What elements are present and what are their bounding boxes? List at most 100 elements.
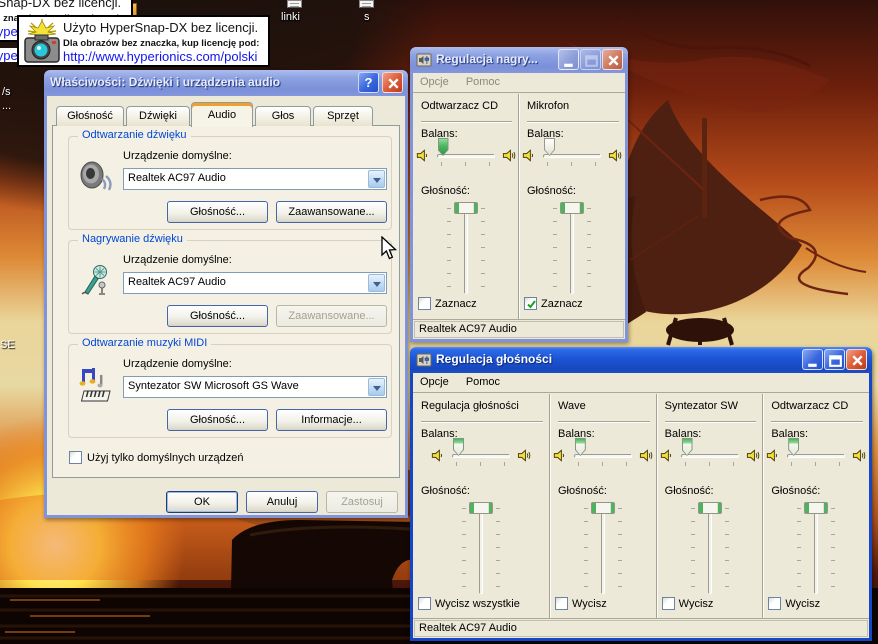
slider-track[interactable]: [464, 203, 468, 294]
checkbox-box[interactable]: [555, 597, 568, 610]
slider-track[interactable]: [570, 203, 574, 294]
chevron-down-icon[interactable]: [368, 170, 385, 188]
desktop: { "desktop": { "icons": [ { "label": "li…: [0, 0, 878, 644]
ok-button[interactable]: OK: [166, 491, 238, 513]
dialog-body: Głośność Dźwięki Audio Głos Sprzęt Odtwa…: [47, 96, 405, 515]
window-titlebar[interactable]: Regulacja nagry...: [410, 47, 628, 73]
tab-dzwieki[interactable]: Dźwięki: [126, 106, 190, 126]
balance-control: [765, 445, 867, 473]
volume-slider[interactable]: [797, 502, 835, 595]
camera-icon: [23, 19, 61, 65]
volume-slider-thumb[interactable]: [560, 202, 584, 214]
watermark-link[interactable]: http://www.hyperionics.com/polski: [63, 49, 257, 64]
balance-control: [659, 445, 761, 473]
balance-slider[interactable]: [437, 154, 495, 158]
checkbox-box[interactable]: [662, 597, 675, 610]
menu-opcje[interactable]: Opcje: [413, 73, 456, 88]
checkbox-box[interactable]: [418, 297, 431, 310]
mouse-cursor: [381, 236, 399, 263]
desktop-text-fragment: /s: [2, 86, 11, 98]
volume-slider-thumb[interactable]: [698, 502, 722, 514]
close-button[interactable]: [382, 72, 403, 93]
volume-slider-thumb[interactable]: [469, 502, 493, 514]
volume-slider[interactable]: [462, 502, 500, 595]
balance-slider[interactable]: [452, 454, 510, 458]
recording-volume-button[interactable]: Głośność...: [167, 305, 268, 327]
playback-advanced-button[interactable]: Zaawansowane...: [276, 201, 387, 223]
menu-pomoc[interactable]: Pomoc: [459, 73, 507, 88]
balance-control: [552, 445, 654, 473]
select-checkbox[interactable]: Zaznacz: [418, 297, 477, 310]
volume-slider-thumb[interactable]: [591, 502, 615, 514]
hypersnap-watermark-fragment: http://www.hyperionics.com/polski: [0, 48, 17, 62]
speaker-quiet-icon: [552, 448, 567, 463]
balance-slider[interactable]: [681, 454, 739, 458]
balance-slider[interactable]: [574, 454, 632, 458]
minimize-button[interactable]: [802, 349, 823, 370]
balance-slider[interactable]: [787, 454, 845, 458]
slider-track[interactable]: [708, 503, 712, 594]
dialog-titlebar[interactable]: Właściwości: Dźwięki i urządzenia audio …: [44, 70, 408, 96]
volume-slider[interactable]: [447, 202, 485, 295]
divider: [421, 121, 512, 122]
close-button[interactable]: [602, 49, 623, 70]
volume-slider[interactable]: [691, 502, 729, 595]
desktop-icon-s[interactable]: [359, 0, 374, 8]
slider-track[interactable]: [479, 503, 483, 594]
chevron-down-icon[interactable]: [368, 274, 385, 292]
recording-device-select[interactable]: Realtek AC97 Audio: [123, 272, 387, 294]
slider-ticks: [543, 162, 601, 166]
microphone-icon: [78, 263, 114, 299]
mute-checkbox[interactable]: Wycisz: [555, 597, 607, 610]
midi-device-select[interactable]: Syntezator SW Microsoft GS Wave: [123, 376, 387, 398]
mute-checkbox[interactable]: Wycisz: [662, 597, 714, 610]
balance-slider[interactable]: [543, 154, 601, 158]
tab-glos[interactable]: Głos: [255, 106, 311, 126]
speaker-loud-icon: [517, 448, 532, 463]
cancel-button[interactable]: Anuluj: [246, 491, 318, 513]
midi-volume-button[interactable]: Głośność...: [167, 409, 268, 431]
mute-all-checkbox[interactable]: Wycisz wszystkie: [418, 597, 520, 610]
volume-slider-thumb[interactable]: [804, 502, 828, 514]
checkbox-box[interactable]: [768, 597, 781, 610]
maximize-button[interactable]: [824, 349, 845, 370]
help-button[interactable]: ?: [358, 72, 379, 93]
slider-track[interactable]: [601, 503, 605, 594]
menu-opcje[interactable]: Opcje: [413, 373, 456, 388]
desktop-icon-s-label[interactable]: s: [364, 11, 370, 23]
midi-about-button[interactable]: Informacje...: [276, 409, 387, 431]
group-sound-playback: Odtwarzanie dźwięku Urządzenie domyślne:…: [68, 136, 392, 230]
tab-audio[interactable]: Audio: [191, 102, 253, 127]
hypersnap-watermark: Użyto HyperSnap-DX bez licencji. Dla obr…: [17, 15, 270, 67]
volume-slider[interactable]: [584, 502, 622, 595]
tab-glosnosc[interactable]: Głośność: [56, 106, 124, 126]
chevron-down-icon[interactable]: [368, 378, 385, 396]
window-title: Regulacja głośności: [436, 347, 552, 372]
checkbox-box[interactable]: [69, 451, 82, 464]
recording-control-window: Regulacja nagry... Opcje Pomoc Odtwarzac…: [410, 47, 628, 342]
minimize-button[interactable]: [558, 49, 579, 70]
playback-device-select[interactable]: Realtek AC97 Audio: [123, 168, 387, 190]
slider-ticks: [553, 208, 557, 292]
midi-icon: [78, 367, 114, 403]
volume-slider-thumb[interactable]: [454, 202, 478, 214]
slider-track[interactable]: [814, 503, 818, 594]
speaker-loud-icon: [746, 448, 761, 463]
use-default-devices-checkbox[interactable]: Użyj tylko domyślnych urządzeń: [69, 451, 244, 464]
checkbox-box[interactable]: [524, 297, 537, 310]
select-checkbox-checked[interactable]: Zaznacz: [524, 297, 583, 310]
playback-volume-button[interactable]: Głośność...: [167, 201, 268, 223]
desktop-icon-linki-label[interactable]: linki: [281, 11, 300, 23]
window-titlebar[interactable]: Regulacja głośności: [410, 347, 872, 373]
volume-slider[interactable]: [553, 202, 591, 295]
checkbox-box[interactable]: [418, 597, 431, 610]
window-title: Regulacja nagry...: [436, 47, 538, 72]
menu-pomoc[interactable]: Pomoc: [459, 373, 507, 388]
mixer-channel-wave: Wave Balans: Głośność:: [550, 394, 657, 618]
mute-checkbox[interactable]: Wycisz: [768, 597, 820, 610]
close-button[interactable]: [846, 349, 867, 370]
speaker-loud-icon: [639, 448, 654, 463]
menubar: Opcje Pomoc: [413, 73, 625, 93]
desktop-icon-linki[interactable]: [287, 0, 302, 8]
tab-sprzet[interactable]: Sprzęt: [313, 106, 373, 126]
